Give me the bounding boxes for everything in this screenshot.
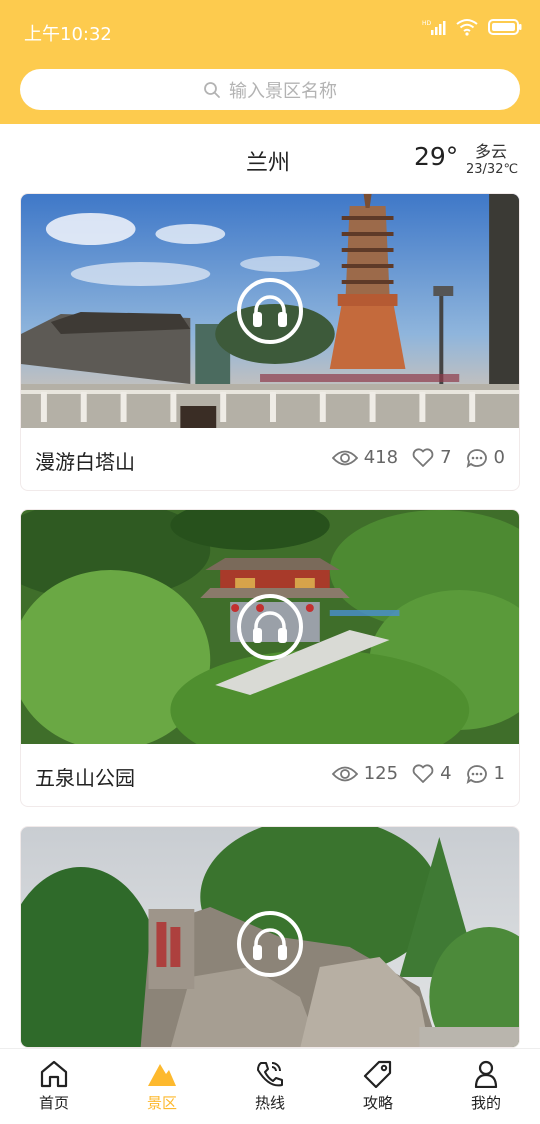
views-stat: 125 (331, 763, 399, 784)
status-icons: HD (422, 18, 522, 36)
tab-mine[interactable]: 我的 (432, 1049, 540, 1124)
card-footer: 漫游白塔山 418 7 0 (21, 428, 519, 490)
headphones-icon (253, 928, 287, 960)
audio-guide-button[interactable] (237, 278, 303, 344)
tag-icon (363, 1060, 392, 1088)
eye-icon (331, 450, 358, 465)
headphones-icon (253, 295, 287, 327)
tab-label: 攻略 (362, 1094, 393, 1112)
tab-label: 热线 (254, 1094, 285, 1112)
search-icon (204, 81, 220, 98)
likes-count: 7 (440, 447, 452, 468)
headphones-icon (253, 611, 287, 643)
mountain-icon (148, 1064, 176, 1086)
phone-icon (257, 1062, 283, 1087)
scenic-card[interactable]: 漫游白塔山 418 7 0 (20, 193, 520, 491)
search-bar[interactable]: 输入景区名称 (20, 69, 520, 110)
likes-count: 4 (440, 763, 452, 784)
wifi-icon (456, 19, 478, 36)
eye-icon (331, 766, 358, 781)
scenic-card[interactable] (20, 826, 520, 1048)
comments-count: 0 (493, 447, 505, 468)
tab-guide[interactable]: 攻略 (324, 1049, 432, 1124)
scenic-photo[interactable] (21, 510, 519, 744)
status-bar: 上午10:32 HD (0, 0, 540, 60)
heart-icon (412, 447, 434, 467)
comment-icon (466, 448, 487, 468)
views-count: 418 (363, 447, 399, 468)
heart-icon (412, 763, 434, 783)
home-icon (40, 1060, 68, 1088)
views-count: 125 (363, 763, 399, 784)
likes-stat[interactable]: 4 (412, 763, 452, 784)
signal-icon: HD (422, 20, 446, 35)
scenic-photo[interactable] (21, 827, 519, 1047)
likes-stat[interactable]: 7 (412, 447, 452, 468)
card-footer: 五泉山公园 125 4 1 (21, 744, 519, 806)
city-name[interactable]: 兰州 (246, 145, 290, 177)
tab-label: 首页 (38, 1094, 69, 1112)
app-screen: 上午10:32 HD 输入景区名称 兰州 29° 多云 23/32℃ 漫游白塔山… (0, 0, 540, 1124)
card-stats: 125 4 1 (318, 763, 505, 784)
battery-icon (488, 19, 522, 35)
tab-home[interactable]: 首页 (0, 1049, 108, 1124)
weather-description: 多云 (475, 142, 508, 161)
temperature: 29° (414, 142, 459, 171)
scenic-title[interactable]: 漫游白塔山 (35, 446, 135, 475)
comment-icon (466, 764, 487, 784)
tab-label: 景区 (146, 1094, 177, 1112)
svg-text:HD: HD (422, 20, 432, 27)
temperature-range: 23/32℃ (466, 162, 519, 177)
tab-hotline[interactable]: 热线 (216, 1049, 324, 1124)
card-stats: 418 7 0 (318, 447, 505, 468)
scenic-title[interactable]: 五泉山公园 (35, 762, 135, 791)
tab-scenic[interactable]: 景区 (108, 1049, 216, 1124)
status-time: 上午10:32 (24, 24, 112, 45)
comments-stat[interactable]: 0 (466, 447, 505, 468)
user-icon (474, 1060, 498, 1088)
tab-label: 我的 (470, 1094, 501, 1112)
comments-count: 1 (493, 763, 505, 784)
header: 上午10:32 HD 输入景区名称 (0, 0, 540, 124)
scenic-photo[interactable] (21, 194, 519, 428)
search-placeholder[interactable]: 输入景区名称 (229, 77, 337, 103)
views-stat: 418 (331, 447, 399, 468)
scenic-card[interactable]: 五泉山公园 125 4 1 (20, 509, 520, 807)
audio-guide-button[interactable] (237, 911, 303, 977)
audio-guide-button[interactable] (237, 594, 303, 660)
bottom-tab-bar: 首页 景区 热线 攻略 我的 (0, 1048, 540, 1124)
comments-stat[interactable]: 1 (466, 763, 505, 784)
